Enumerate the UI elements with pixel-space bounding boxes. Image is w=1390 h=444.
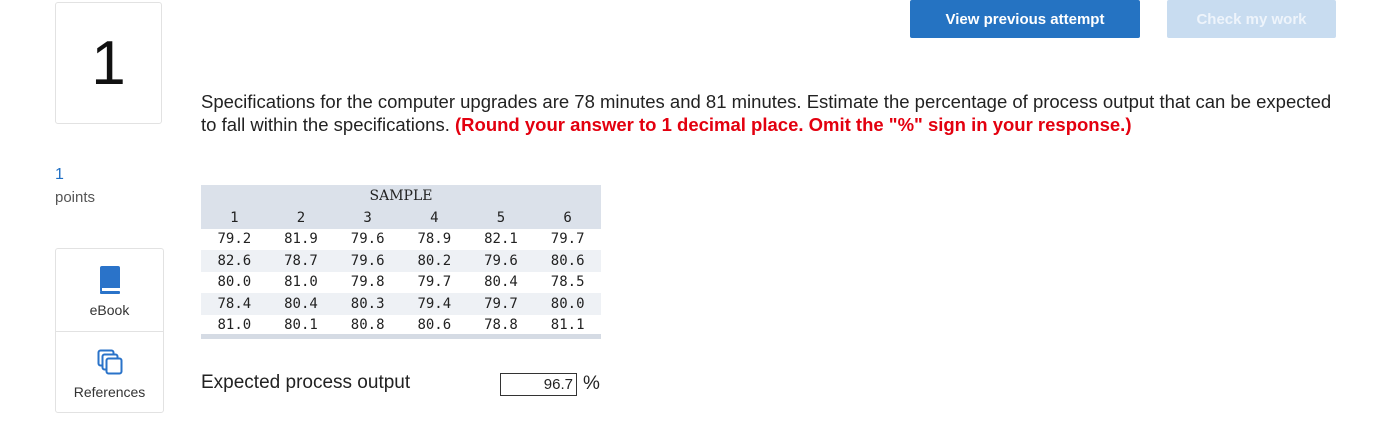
table-row: 81.0 80.1 80.8 80.6 78.8 81.1 — [201, 315, 601, 337]
table-cell: 80.6 — [534, 250, 601, 272]
table-cell: 78.9 — [417, 231, 452, 248]
table-cell: 79.6 — [334, 250, 401, 272]
book-icon — [98, 265, 122, 295]
table-cell: 81.0 — [284, 274, 318, 291]
ebook-label: eBook — [89, 302, 130, 318]
points-value: 1 — [55, 166, 64, 183]
table-cell: 78.8 — [484, 317, 518, 334]
table-cell: 79.6 — [467, 250, 535, 272]
table-cell: 82.6 — [201, 250, 268, 272]
table-cell: 81.1 — [550, 317, 585, 334]
table-cell: 80.4 — [484, 274, 518, 291]
answer-input[interactable] — [500, 373, 577, 396]
tools-panel: eBook References — [55, 248, 164, 413]
table-cell: 79.8 — [350, 274, 385, 291]
references-button[interactable]: References — [56, 331, 163, 413]
answer-label: Expected process output — [201, 372, 411, 393]
question-hint: (Round your answer to 1 decimal place. O… — [455, 114, 1132, 135]
check-my-work-button[interactable]: Check my work — [1167, 0, 1336, 38]
table-cell: 82.1 — [484, 231, 518, 248]
answer-unit: % — [583, 373, 600, 394]
table-row: 82.6 78.7 79.6 80.2 79.6 80.6 — [201, 250, 601, 272]
table-cell: 78.4 — [201, 293, 268, 315]
copy-icon — [97, 347, 123, 377]
column-header: 3 — [334, 207, 401, 229]
table-cell: 78.7 — [267, 250, 335, 272]
table-row: 78.4 80.4 80.3 79.4 79.7 80.0 — [201, 293, 601, 315]
table-title: SAMPLE — [201, 185, 601, 207]
table-cell: 80.8 — [350, 317, 385, 334]
column-header: 6 — [534, 207, 601, 229]
table-cell: 79.7 — [550, 231, 585, 248]
table-cell: 80.0 — [534, 293, 601, 315]
table-cell: 80.2 — [400, 250, 468, 272]
references-label: References — [73, 384, 146, 400]
question-number: 1 — [55, 2, 162, 124]
points-label: points — [55, 189, 96, 206]
question-page: 1 1 points eBook References View previou… — [0, 0, 1390, 444]
ebook-button[interactable]: eBook — [56, 249, 163, 332]
table-cell: 80.1 — [284, 317, 318, 334]
table-cell: 80.6 — [417, 317, 452, 334]
table-row: 80.0 81.0 79.8 79.7 80.4 78.5 — [201, 272, 601, 294]
table-cell: 79.7 — [467, 293, 535, 315]
sample-data-table: SAMPLE 1 2 3 4 5 6 79.2 81.9 79.6 78.9 8… — [201, 185, 601, 339]
table-row: 79.2 81.9 79.6 78.9 82.1 79.7 — [201, 229, 601, 251]
table-cell: 79.4 — [400, 293, 468, 315]
table-cell: 80.4 — [267, 293, 335, 315]
table-header-row: 1 2 3 4 5 6 — [201, 207, 601, 229]
table-cell: 79.6 — [350, 231, 385, 248]
table-cell: 78.5 — [550, 274, 585, 291]
view-previous-attempt-button[interactable]: View previous attempt — [910, 0, 1140, 38]
table-cell: 80.3 — [334, 293, 401, 315]
table-cell: 81.9 — [284, 231, 318, 248]
column-header: 5 — [467, 207, 535, 229]
question-text: Specifications for the computer upgrades… — [201, 90, 1351, 136]
table-cell: 79.7 — [417, 274, 452, 291]
table-cell: 80.0 — [217, 274, 252, 291]
column-header: 2 — [267, 207, 335, 229]
column-header: 1 — [201, 207, 268, 229]
column-header: 4 — [400, 207, 468, 229]
sample-table: 1 2 3 4 5 6 79.2 81.9 79.6 78.9 82.1 79.… — [201, 207, 601, 336]
table-cell: 79.2 — [217, 231, 252, 248]
table-cell: 81.0 — [217, 317, 252, 334]
